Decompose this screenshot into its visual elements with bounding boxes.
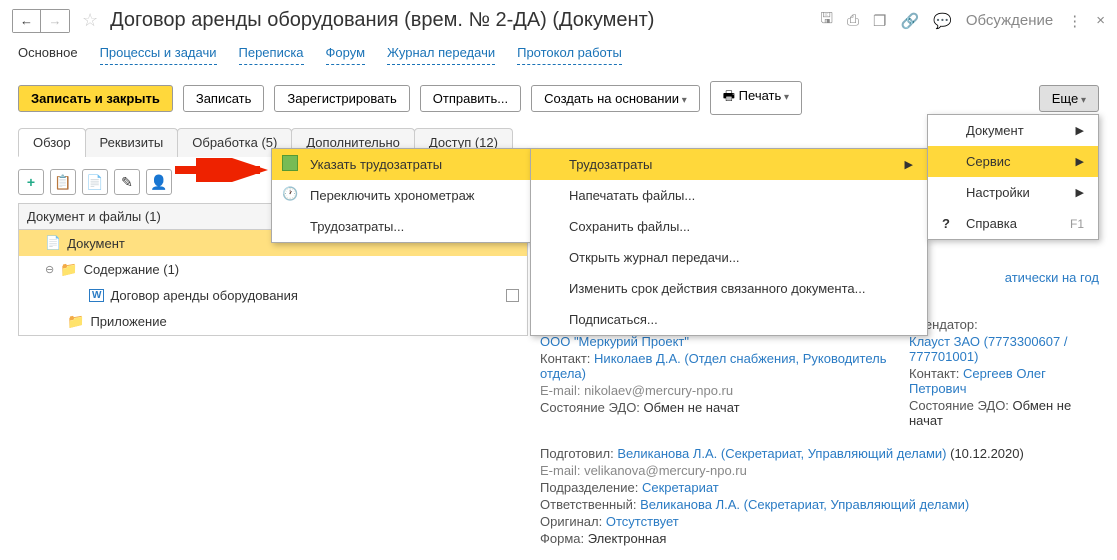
favorite-star-icon[interactable]: ☆ bbox=[82, 10, 98, 31]
more-menu: Документ ▶ Сервис ▶ Настройки ▶ ? Справк… bbox=[927, 114, 1099, 240]
forward-button[interactable]: → bbox=[41, 10, 69, 32]
back-button[interactable]: ← bbox=[13, 10, 41, 32]
link-icon[interactable]: 🔗 bbox=[900, 12, 919, 30]
auto-year-link[interactable]: атически на год bbox=[1005, 270, 1099, 285]
tab-requisites[interactable]: Реквизиты bbox=[85, 128, 179, 157]
prepared-link[interactable]: Великанова Л.А. (Секретариат, Управляющи… bbox=[617, 446, 946, 461]
save-close-button[interactable]: Записать и закрыть bbox=[18, 85, 173, 112]
menu-item-open-log[interactable]: Открыть журнал передачи... bbox=[531, 242, 927, 273]
word-file-icon: W bbox=[89, 289, 104, 302]
menu-item-document[interactable]: Документ ▶ bbox=[928, 115, 1098, 146]
clock-icon: 🕐 bbox=[282, 186, 298, 202]
close-button[interactable]: × bbox=[1096, 12, 1105, 29]
print-icon[interactable]: ⎙ bbox=[847, 12, 859, 29]
tree-content-row[interactable]: ⊖ 📁 Содержание (1) bbox=[19, 256, 527, 283]
email-a-value: nikolaev@mercury-npo.ru bbox=[584, 383, 733, 398]
chevron-right-icon: ▶ bbox=[905, 158, 913, 171]
copy-icon[interactable]: ❐ bbox=[873, 12, 886, 30]
submenu-labor: Указать трудозатраты 🕐 Переключить хроно… bbox=[271, 148, 531, 243]
tree-file-row[interactable]: W Договор аренды оборудования bbox=[19, 283, 527, 308]
menu-item-labor-list[interactable]: Трудозатраты... bbox=[272, 211, 530, 242]
email-b-value: velikanova@mercury-npo.ru bbox=[584, 463, 747, 478]
menu-item-chrono[interactable]: 🕐 Переключить хронометраж bbox=[272, 180, 530, 211]
dept-link[interactable]: Секретариат bbox=[642, 480, 719, 495]
tree-content-label: Содержание (1) bbox=[84, 262, 179, 277]
scan-button[interactable]: 📋 bbox=[50, 169, 76, 195]
nav-correspondence[interactable]: Переписка bbox=[239, 45, 304, 65]
menu-item-help[interactable]: ? Справка F1 bbox=[928, 208, 1098, 239]
discussion-icon[interactable]: 💬 bbox=[933, 12, 952, 30]
menu-item-print-files[interactable]: Напечатать файлы... bbox=[531, 180, 927, 211]
menu-item-subscribe[interactable]: Подписаться... bbox=[531, 304, 927, 335]
save-icon[interactable]: 🖫 bbox=[820, 8, 833, 33]
menu-item-settings[interactable]: Настройки ▶ bbox=[928, 177, 1098, 208]
new-doc-button[interactable]: 📄 bbox=[82, 169, 108, 195]
kebab-menu-icon[interactable]: ⋮ bbox=[1067, 12, 1082, 30]
menu-item-change-term[interactable]: Изменить срок действия связанного докуме… bbox=[531, 273, 927, 304]
user-button[interactable]: 👤 bbox=[146, 169, 172, 195]
menu-item-service[interactable]: Сервис ▶ bbox=[928, 146, 1098, 177]
nav-processes[interactable]: Процессы и задачи bbox=[100, 45, 217, 65]
form-label: Форма: bbox=[540, 531, 584, 546]
menu-item-save-files[interactable]: Сохранить файлы... bbox=[531, 211, 927, 242]
nav-transfer-log[interactable]: Журнал передачи bbox=[387, 45, 495, 65]
create-based-button[interactable]: Создать на основании bbox=[531, 85, 700, 112]
edit-button[interactable]: ✎ bbox=[114, 169, 140, 195]
form-value: Электронная bbox=[588, 531, 667, 546]
orig-link[interactable]: Отсутствует bbox=[606, 514, 679, 529]
menu-item-labor[interactable]: Указать трудозатраты bbox=[272, 149, 530, 180]
contact-b-label: Контакт: bbox=[909, 366, 959, 381]
email-a-label: E-mail: bbox=[540, 383, 580, 398]
edo-a-label: Состояние ЭДО: bbox=[540, 400, 640, 415]
contact-a-link[interactable]: Николаев Д.А. (Отдел снабжения, Руководи… bbox=[540, 351, 886, 381]
nav-main[interactable]: Основное bbox=[18, 45, 78, 65]
edo-b-label: Состояние ЭДО: bbox=[909, 398, 1009, 413]
resp-label: Ответственный: bbox=[540, 497, 636, 512]
email-b-label: E-mail: bbox=[540, 463, 580, 478]
folder-icon: 📁 bbox=[60, 261, 77, 278]
save-button[interactable]: Записать bbox=[183, 85, 265, 112]
document-icon: 📄 bbox=[45, 235, 61, 251]
dept-label: Подразделение: bbox=[540, 480, 638, 495]
send-button[interactable]: Отправить... bbox=[420, 85, 521, 112]
labor-icon bbox=[282, 155, 298, 171]
nav-work-protocol[interactable]: Протокол работы bbox=[517, 45, 622, 65]
submenu-service: Трудозатраты ▶ Напечатать файлы... Сохра… bbox=[530, 148, 928, 336]
tree-attachment-label: Приложение bbox=[90, 314, 166, 329]
prepared-date: (10.12.2020) bbox=[950, 446, 1024, 461]
help-hotkey: F1 bbox=[1070, 217, 1084, 231]
print-button[interactable]: 🖶 Печать bbox=[710, 81, 802, 115]
discussion-link[interactable]: Обсуждение bbox=[966, 12, 1053, 29]
register-button[interactable]: Зарегистрировать bbox=[274, 85, 409, 112]
file-checkbox[interactable] bbox=[506, 289, 519, 302]
chevron-right-icon: ▶ bbox=[1076, 155, 1084, 168]
tree-attachment-row[interactable]: 📁 Приложение bbox=[19, 308, 527, 335]
nav-buttons: ← → bbox=[12, 9, 70, 33]
collapse-icon[interactable]: ⊖ bbox=[45, 263, 54, 276]
folder-icon: 📁 bbox=[67, 313, 84, 330]
prepared-label: Подготовил: bbox=[540, 446, 614, 461]
tree-document-label: Документ bbox=[67, 236, 125, 251]
contact-label: Контакт: bbox=[540, 351, 590, 366]
page-title: Договор аренды оборудования (врем. № 2-Д… bbox=[110, 9, 812, 32]
tab-overview[interactable]: Обзор bbox=[18, 128, 86, 157]
help-icon: ? bbox=[942, 216, 950, 231]
chevron-right-icon: ▶ bbox=[1076, 124, 1084, 137]
orig-label: Оригинал: bbox=[540, 514, 602, 529]
add-file-button[interactable]: + bbox=[18, 169, 44, 195]
chevron-right-icon: ▶ bbox=[1076, 186, 1084, 199]
lessee-link[interactable]: Клауст ЗАО (7773300607 / 777701001) bbox=[909, 334, 1067, 364]
resp-link[interactable]: Великанова Л.А. (Секретариат, Управляющи… bbox=[640, 497, 969, 512]
menu-item-labor-sub[interactable]: Трудозатраты ▶ bbox=[531, 149, 927, 180]
more-button[interactable]: Еще bbox=[1039, 85, 1099, 112]
nav-forum[interactable]: Форум bbox=[326, 45, 366, 65]
lessor-link[interactable]: ООО "Меркурий Проект" bbox=[540, 334, 689, 349]
tree-file-label: Договор аренды оборудования bbox=[110, 288, 297, 303]
edo-a-value: Обмен не начат bbox=[644, 400, 740, 415]
